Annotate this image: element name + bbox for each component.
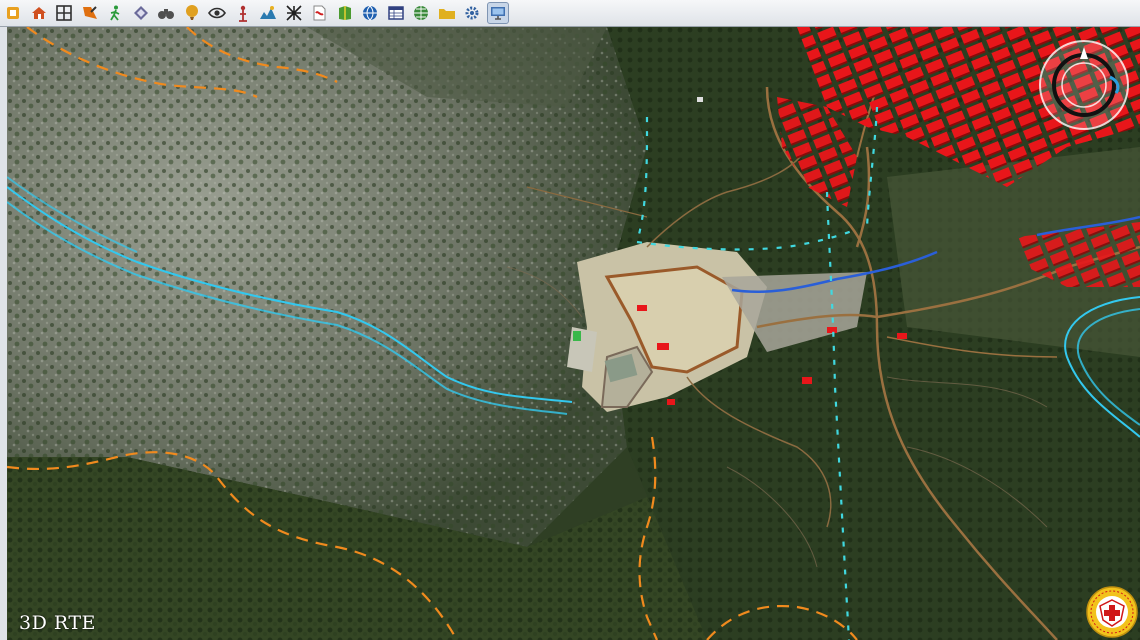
terrain-profile-icon [260, 6, 276, 19]
pencil-draw-icon [82, 6, 97, 19]
aerial-terrain-map[interactable] [7, 27, 1140, 640]
pdf-export-button[interactable] [308, 2, 330, 24]
terrain-profile-button[interactable] [257, 2, 279, 24]
pattern-button[interactable] [283, 2, 305, 24]
home-button[interactable] [28, 2, 50, 24]
monitor-button[interactable] [486, 2, 509, 24]
globe-button[interactable] [359, 2, 381, 24]
home-icon [31, 7, 46, 19]
folder-button[interactable] [436, 2, 458, 24]
main-toolbar [0, 0, 1140, 27]
balloon-button[interactable] [181, 2, 203, 24]
grid-button[interactable] [53, 2, 75, 24]
walk-person-icon [110, 5, 120, 21]
layer-panel-icon [7, 7, 19, 19]
settings-gear-icon [465, 6, 479, 20]
monitor-icon [490, 7, 505, 20]
3d-map-viewport[interactable]: 3D RTE [7, 27, 1140, 640]
tile-icon [133, 6, 148, 20]
pattern-icon [285, 5, 302, 21]
map-layers-icon [338, 6, 351, 20]
eye-button[interactable] [206, 2, 228, 24]
table-button[interactable] [385, 2, 407, 24]
antenna-icon [238, 5, 247, 22]
eye-icon [208, 7, 226, 19]
web-globe-icon [414, 6, 428, 20]
globe-icon [363, 5, 377, 21]
settings-gear-button[interactable] [461, 2, 483, 24]
table-icon [387, 6, 404, 20]
app-label: 3D RTE [19, 612, 96, 634]
binoculars-icon [158, 9, 174, 19]
binoculars-button[interactable] [155, 2, 177, 24]
web-globe-button[interactable] [410, 2, 432, 24]
navigation-compass-icon[interactable] [1036, 37, 1132, 133]
pencil-draw-button[interactable] [79, 2, 101, 24]
balloon-icon [185, 5, 198, 20]
grid-icon [56, 5, 72, 21]
pdf-export-icon [313, 5, 326, 21]
walk-person-button[interactable] [104, 2, 126, 24]
map-layers-button[interactable] [334, 2, 356, 24]
tile-button[interactable] [130, 2, 152, 24]
folder-icon [438, 9, 455, 19]
layer-panel-button[interactable] [2, 2, 24, 24]
antenna-button[interactable] [232, 2, 254, 24]
rescue-service-logo [1086, 586, 1138, 638]
